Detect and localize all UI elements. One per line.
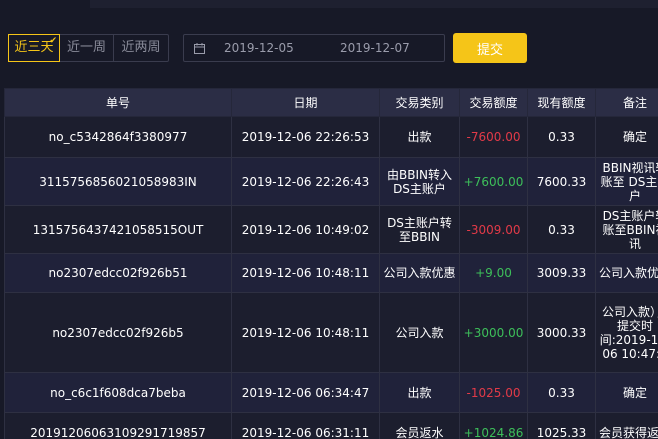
start-date-value[interactable]: 2019-12-05 bbox=[224, 41, 322, 55]
range-1-week-button[interactable]: 近一周 bbox=[60, 35, 114, 61]
table-header-row: 单号 日期 交易类别 交易额度 现有额度 备注 bbox=[4, 88, 658, 117]
cell-amount: +7600.00 bbox=[459, 157, 528, 206]
cell-note: 会员获得返水 bbox=[595, 412, 658, 439]
cell-note: DS主账户转账至BBIN视讯 bbox=[595, 205, 658, 254]
cell-order-id: no_c6c1f608dca7beba bbox=[4, 372, 232, 413]
cell-amount: -7600.00 bbox=[459, 116, 528, 158]
cell-amount: +1024.86 bbox=[459, 412, 528, 439]
end-date-value[interactable]: 2019-12-07 bbox=[340, 41, 410, 55]
cell-type: 会员返水 bbox=[379, 412, 460, 439]
cell-date: 2019-12-06 06:34:47 bbox=[231, 372, 380, 413]
cell-order-id: 1315756437421058515OUT bbox=[4, 205, 232, 254]
cell-note: 确定 bbox=[595, 116, 658, 158]
cell-date: 2019-12-06 10:48:11 bbox=[231, 253, 380, 293]
cell-note: 公司入款优惠 bbox=[595, 253, 658, 293]
date-range-presets: 近三天 ✔ 近一周 近两周 bbox=[8, 34, 169, 62]
check-icon: ✔ bbox=[49, 36, 57, 46]
cell-type: 由BBIN转入DS主账户 bbox=[379, 157, 460, 206]
header-balance: 现有额度 bbox=[527, 88, 596, 117]
calendar-icon bbox=[192, 41, 206, 55]
submit-button[interactable]: 提交 bbox=[453, 33, 527, 63]
cell-balance: 0.33 bbox=[527, 116, 596, 158]
top-strip bbox=[90, 0, 658, 8]
table-row: 2019120606310929171985​7 2019-12-06 06:3… bbox=[4, 412, 658, 439]
cell-balance: 3009.33 bbox=[527, 253, 596, 293]
cell-date: 2019-12-06 10:48:11 bbox=[231, 292, 380, 373]
cell-note: BBIN视讯转账至 DS主账户 bbox=[595, 157, 658, 206]
range-2-weeks-label: 近两周 bbox=[121, 40, 161, 55]
header-type: 交易类别 bbox=[379, 88, 460, 117]
table-row: no_c5342864f3380977 2019-12-06 22:26:53 … bbox=[4, 116, 658, 158]
transactions-table: 单号 日期 交易类别 交易额度 现有额度 备注 no_c5342864f3380… bbox=[4, 88, 658, 439]
header-date: 日期 bbox=[231, 88, 380, 117]
table-row: 1315756437421058515OUT 2019-12-06 10:49:… bbox=[4, 205, 658, 254]
cell-order-id: 2019120606310929171985​7 bbox=[4, 412, 232, 439]
header-note: 备注 bbox=[595, 88, 658, 117]
cell-type: 出款 bbox=[379, 116, 460, 158]
cell-date: 2019-12-06 06:31:11 bbox=[231, 412, 380, 439]
table-row: 3115756856021058983IN 2019-12-06 22:26:4… bbox=[4, 157, 658, 206]
header-order-id: 单号 bbox=[4, 88, 232, 117]
cell-note: 确定 bbox=[595, 372, 658, 413]
cell-amount: -1025.00 bbox=[459, 372, 528, 413]
table-row: no2307edcc02f926b51 2019-12-06 10:48:11 … bbox=[4, 253, 658, 293]
cell-date: 2019-12-06 10:49:02 bbox=[231, 205, 380, 254]
cell-order-id: no_c5342864f3380977 bbox=[4, 116, 232, 158]
range-3-days-label: 近三天 bbox=[14, 40, 54, 55]
table-row: no_c6c1f608dca7beba 2019-12-06 06:34:47 … bbox=[4, 372, 658, 413]
range-1-week-label: 近一周 bbox=[66, 40, 106, 55]
cell-amount: -3009.00 bbox=[459, 205, 528, 254]
cell-balance: 3000.33 bbox=[527, 292, 596, 373]
date-range-picker[interactable]: 2019-12-05 2019-12-07 bbox=[183, 34, 445, 62]
cell-balance: 0.33 bbox=[527, 372, 596, 413]
cell-balance: 7600.33 bbox=[527, 157, 596, 206]
cell-order-id: no2307edcc02f926b5 bbox=[4, 292, 232, 373]
cell-order-id: 3115756856021058983IN bbox=[4, 157, 232, 206]
cell-type: 出款 bbox=[379, 372, 460, 413]
range-2-weeks-button[interactable]: 近两周 bbox=[114, 35, 168, 61]
cell-order-id: no2307edcc02f926b51 bbox=[4, 253, 232, 293]
cell-date: 2019-12-06 22:26:53 bbox=[231, 116, 380, 158]
cell-type: 公司入款 bbox=[379, 292, 460, 373]
header-amount: 交易额度 bbox=[459, 88, 528, 117]
cell-balance: 1025.33 bbox=[527, 412, 596, 439]
cell-amount: +9.00 bbox=[459, 253, 528, 293]
cell-amount: +3000.00 bbox=[459, 292, 528, 373]
cell-date: 2019-12-06 22:26:43 bbox=[231, 157, 380, 206]
cell-note: 公司入款），提交时间:2019-12-06 10:47:4 bbox=[595, 292, 658, 373]
cell-balance: 0.33 bbox=[527, 205, 596, 254]
cell-type: DS主账户转至BBIN bbox=[379, 205, 460, 254]
table-row: no2307edcc02f926b5 2019-12-06 10:48:11 公… bbox=[4, 292, 658, 373]
range-3-days-button[interactable]: 近三天 ✔ bbox=[8, 34, 60, 62]
cell-type: 公司入款优惠 bbox=[379, 253, 460, 293]
